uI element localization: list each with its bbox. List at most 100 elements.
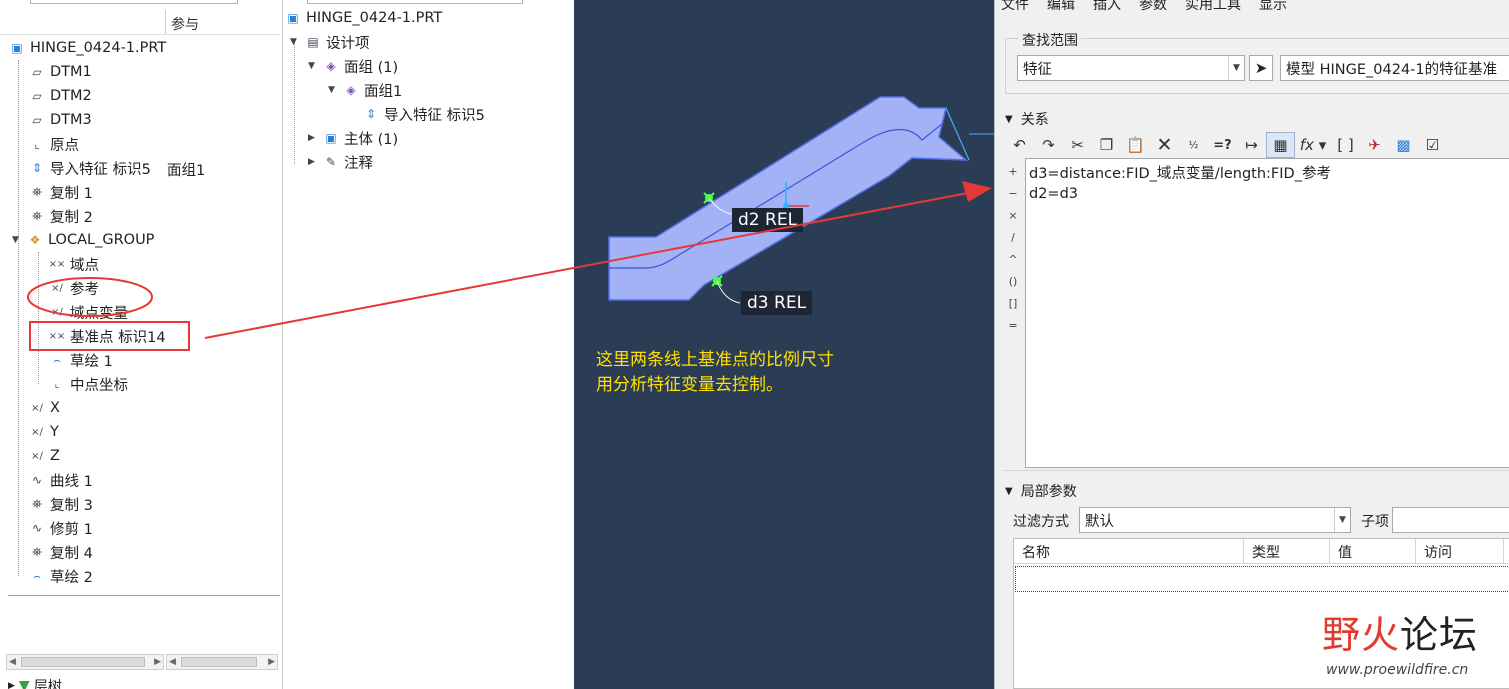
collapse-arrow-icon[interactable]: ▶ (308, 133, 320, 143)
menu-edit[interactable]: 编辑 (1047, 0, 1075, 13)
mid-item-root[interactable]: ▣ HINGE_0424-1.PRT (284, 6, 442, 30)
scroll-right-icon[interactable]: ▶ (268, 657, 275, 667)
operator-multiply[interactable]: × (1008, 204, 1017, 226)
menu-utilities[interactable]: 实用工具 (1185, 0, 1241, 13)
select-pointer-button[interactable]: ➤ (1249, 55, 1273, 81)
tree-item-midpoint-coords[interactable]: ⌞ 中点坐标 (48, 372, 128, 396)
column-header-type[interactable]: 类型 (1244, 539, 1330, 564)
column-header-value[interactable]: 值 (1330, 539, 1416, 564)
mid-search-input[interactable] (307, 0, 523, 4)
dimension-d3-label[interactable]: d3 REL (741, 291, 813, 315)
tree-item-reference[interactable]: ×∕ 参考 (48, 276, 99, 300)
expand-arrow-icon[interactable]: ▼ (12, 235, 24, 245)
menu-file[interactable]: 文件 (1001, 0, 1029, 13)
scroll-left-icon[interactable]: ◀ (9, 657, 16, 667)
column-header-access[interactable]: 访问 (1416, 539, 1504, 564)
sort-icon[interactable]: ▩ (1389, 132, 1418, 158)
copy-icon[interactable]: ❐ (1092, 132, 1121, 158)
tree-item-dtm3[interactable]: ▱ DTM3 (28, 108, 91, 132)
tree-item-datum-point-14[interactable]: ×× 基准点 标识14 (48, 324, 166, 348)
relation-line[interactable]: d2=d3 (1029, 184, 1506, 204)
scroll-thumb[interactable] (21, 657, 145, 667)
scroll-thumb[interactable] (181, 657, 257, 667)
delete-icon[interactable]: ✕ (1150, 132, 1179, 158)
properties-icon[interactable]: ☑ (1418, 132, 1447, 158)
tree-item-copy3[interactable]: ⛯ 复制 3 (28, 492, 93, 516)
section-divider[interactable] (1003, 470, 1509, 471)
function-icon[interactable]: fx ▾ (1295, 132, 1331, 158)
tree-item-copy2[interactable]: ⛯ 复制 2 (28, 204, 93, 228)
mid-item-design-items[interactable]: ▼ ▤ 设计项 (290, 30, 370, 54)
mid-item-bodies[interactable]: ▶ ▣ 主体 (1) (308, 126, 398, 150)
scope-type-select[interactable]: 特征 ▼ (1017, 55, 1245, 81)
tree-item-dtm2[interactable]: ▱ DTM2 (28, 84, 91, 108)
expand-arrow-icon[interactable]: ▼ (290, 37, 302, 47)
scope-model-field[interactable]: 模型 HINGE_0424-1的特征基准 (1280, 55, 1509, 81)
tree-item-sketch1[interactable]: ⌢ 草绘 1 (48, 348, 113, 372)
collapse-arrow-icon[interactable]: ▼ (1005, 486, 1013, 497)
operator-equals[interactable]: = (1008, 314, 1017, 336)
tree-item-z[interactable]: ×∕ Z (28, 444, 60, 468)
cut-icon[interactable]: ✂ (1063, 132, 1092, 158)
undo-icon[interactable]: ↶ (1005, 132, 1034, 158)
chevron-down-icon[interactable]: ▼ (1334, 508, 1350, 532)
tree-item-trim1[interactable]: ∿ 修剪 1 (28, 516, 93, 540)
relations-editor[interactable]: d3=distance:FID_域点变量/length:FID_参考 d2=d3 (1025, 158, 1509, 468)
tree-item-dtm1[interactable]: ▱ DTM1 (28, 60, 91, 84)
tree-item-curve1[interactable]: ∿ 曲线 1 (28, 468, 93, 492)
menu-insert[interactable]: 插入 (1093, 0, 1121, 13)
expand-arrow-icon[interactable]: ▼ (328, 85, 340, 95)
verify-icon[interactable]: ✈ (1360, 132, 1389, 158)
subitem-select[interactable] (1392, 507, 1509, 533)
relation-line[interactable]: d3=distance:FID_域点变量/length:FID_参考 (1029, 164, 1506, 184)
dimension-icon[interactable]: ↦ (1237, 132, 1266, 158)
graphics-viewport[interactable]: d2 REL d3 REL 这里两条线上基准点的比例尺寸 用分析特征变量去控制。 (574, 0, 994, 689)
table-row[interactable] (1015, 566, 1509, 592)
column-header-participation[interactable]: 参与 (171, 14, 199, 34)
mid-item-import-feature[interactable]: ⇕ 导入特征 标识5 (362, 102, 485, 126)
tree-item-x[interactable]: ×∕ X (28, 396, 60, 420)
mid-item-annotations[interactable]: ▶ ✎ 注释 (308, 150, 373, 174)
collapse-arrow-icon[interactable]: ▼ (1005, 114, 1013, 125)
numeric-icon[interactable]: ½ (1179, 132, 1208, 158)
column-header-name[interactable]: 名称 (1014, 539, 1244, 564)
evaluate-icon[interactable]: =? (1208, 132, 1237, 158)
menu-show[interactable]: 显示 (1259, 0, 1287, 13)
scroll-left-icon[interactable]: ◀ (169, 657, 176, 667)
mid-item-quilt1[interactable]: ▼ ◈ 面组1 (328, 78, 402, 102)
brackets-icon[interactable]: [ ] (1331, 132, 1360, 158)
expand-arrow-icon[interactable]: ▼ (308, 61, 320, 71)
collapse-arrow-icon[interactable]: ▶ (308, 157, 320, 167)
mid-item-quilts[interactable]: ▼ ◈ 面组 (1) (308, 54, 398, 78)
insert-indicator[interactable] (8, 595, 280, 596)
paste-icon[interactable]: 📋 (1121, 132, 1150, 158)
tree-item-import-feature[interactable]: ⇕ 导入特征 标识5 (28, 156, 151, 180)
local-params-section-header[interactable]: ▼ 局部参数 (1005, 481, 1077, 501)
hinge-surface[interactable] (608, 96, 969, 301)
operator-divide[interactable]: / (1011, 226, 1015, 248)
tree-item-y[interactable]: ×∕ Y (28, 420, 59, 444)
operator-minus[interactable]: − (1008, 182, 1017, 204)
relations-section-header[interactable]: ▼ 关系 (1005, 109, 1049, 129)
dimension-d2-label[interactable]: d2 REL (732, 208, 804, 232)
layer-tree-tab[interactable]: ▶ ▼ 层树 (8, 676, 62, 689)
display-icon[interactable]: ▦ (1266, 132, 1295, 158)
tree-item-field-point[interactable]: ×× 域点 (48, 252, 99, 276)
tree-item-sketch2[interactable]: ⌢ 草绘 2 (28, 564, 93, 588)
tree-item-copy4[interactable]: ⛯ 复制 4 (28, 540, 93, 564)
tree-item-root[interactable]: ▣ HINGE_0424-1.PRT (8, 36, 166, 60)
tree-item-origin[interactable]: ⌞ 原点 (28, 132, 79, 156)
menu-parameters[interactable]: 参数 (1139, 0, 1167, 13)
tree-horizontal-scrollbar-left[interactable]: ◀ ▶ (6, 654, 164, 670)
scroll-right-icon[interactable]: ▶ (154, 657, 161, 667)
tree-search-input[interactable] (30, 0, 238, 4)
tree-horizontal-scrollbar-right[interactable]: ◀ ▶ (166, 654, 278, 670)
tree-item-field-point-variable[interactable]: ×∕ 域点变量 (48, 300, 128, 324)
operator-parentheses[interactable]: () (1009, 270, 1018, 292)
operator-power[interactable]: ^ (1008, 248, 1017, 270)
operator-plus[interactable]: + (1008, 160, 1017, 182)
tree-item-copy1[interactable]: ⛯ 复制 1 (28, 180, 93, 204)
redo-icon[interactable]: ↷ (1034, 132, 1063, 158)
operator-brackets[interactable]: [] (1009, 292, 1018, 314)
filter-select[interactable]: 默认 ▼ (1079, 507, 1351, 533)
